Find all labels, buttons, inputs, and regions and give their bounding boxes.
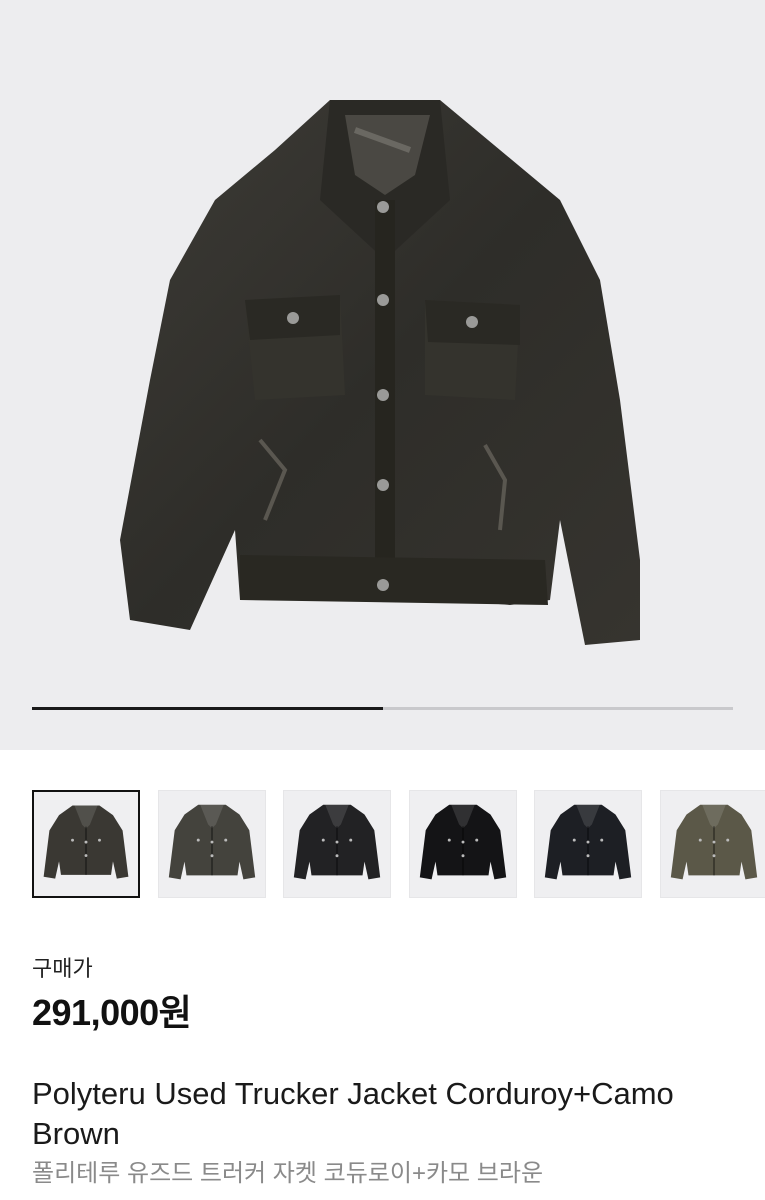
gallery-progress-track [32,707,733,710]
main-product-image [120,100,640,645]
thumbnail-strip[interactable] [32,790,765,900]
price-label: 구매가 [32,956,93,981]
gallery-progress-fill [32,707,383,710]
thumbnail-6[interactable] [659,790,765,898]
thumbnail-jacket-image [293,804,381,880]
product-image-gallery[interactable] [0,0,765,750]
thumbnail-4[interactable] [408,790,517,898]
thumbnail-jacket-image [419,804,506,880]
thumbnail-1[interactable] [32,790,140,898]
thumbnail-jacket-image [670,804,757,880]
thumbnail-jacket-image [544,804,632,880]
product-title: Polyteru Used Trucker Jacket Corduroy+Ca… [32,1076,674,1151]
thumbnail-jacket-image [43,805,129,879]
product-price: 291,000원 [32,992,192,1033]
thumbnail-5[interactable] [534,790,642,898]
product-subtitle: 폴리테루 유즈드 트러커 자켓 코듀로이+카모 브라운 [32,1160,544,1187]
thumbnail-jacket-image [168,804,255,880]
thumbnail-3[interactable] [283,790,391,898]
thumbnail-2[interactable] [157,790,266,898]
